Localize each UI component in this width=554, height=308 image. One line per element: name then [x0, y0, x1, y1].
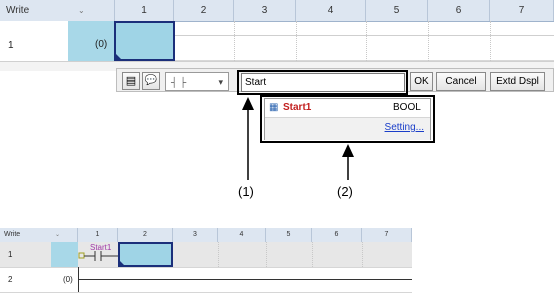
callout-label-2: (2): [337, 184, 353, 199]
normally-open-contact[interactable]: [78, 250, 120, 262]
column-header-2: 2: [118, 228, 173, 242]
write-mode-cell[interactable]: Write ⌄: [0, 228, 78, 242]
column-header-6: 6: [312, 228, 362, 242]
column-header-4: 4: [218, 228, 266, 242]
callout-label-1: (1): [238, 184, 254, 199]
chevron-down-icon[interactable]: ⌄: [55, 228, 60, 242]
bottom-ladder-editor: Write ⌄ 1 2 3 4 5 6 7 1 Start1 2 (0): [0, 228, 412, 308]
column-header-7: 7: [362, 228, 412, 242]
row-2: [0, 267, 412, 293]
row-number-1: 1: [8, 250, 13, 259]
column-header-5: 5: [266, 228, 312, 242]
column-header: Write ⌄ 1 2 3 4 5 6 7: [0, 228, 412, 243]
selected-cell[interactable]: [118, 242, 173, 267]
step-number: (0): [63, 275, 73, 284]
column-header-3: 3: [173, 228, 218, 242]
column-header-1: 1: [78, 228, 118, 242]
write-label: Write: [4, 231, 21, 238]
cell-corner-marker: [120, 261, 124, 265]
row-number-2: 2: [8, 275, 13, 284]
